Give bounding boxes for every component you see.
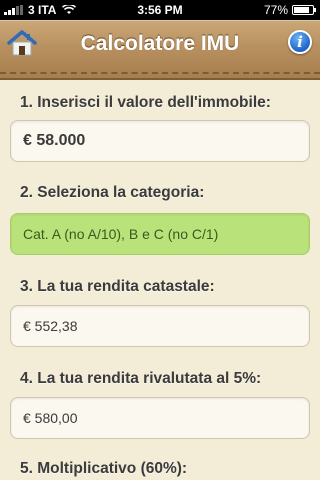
step4-label: 4. La tua rendita rivalutata al 5%: — [20, 370, 262, 387]
page-title: Calcolatore IMU — [80, 32, 240, 55]
category-selector[interactable]: Cat. A (no A/10), B e C (no C/1) — [10, 213, 310, 255]
cadastral-income-field: € 552,38 — [10, 305, 310, 347]
status-bar: 3 ITA 3:56 PM 77% — [0, 0, 320, 20]
battery-percentage: 77% — [263, 3, 288, 17]
step2-label: 2. Seleziona la categoria: — [20, 184, 205, 201]
property-value-input[interactable]: € 58.000 — [10, 120, 310, 162]
battery-icon — [292, 5, 316, 15]
revalued-income-field: € 580,00 — [10, 397, 310, 439]
step5-label: 5. Moltiplicativo (60%): — [20, 460, 188, 477]
step3-label: 3. La tua rendita catastale: — [20, 278, 215, 295]
step1-label: 1. Inserisci il valore dell'immobile: — [20, 94, 271, 111]
info-icon[interactable]: i — [288, 30, 312, 54]
navigation-bar: Calcolatore IMU i — [0, 20, 320, 80]
